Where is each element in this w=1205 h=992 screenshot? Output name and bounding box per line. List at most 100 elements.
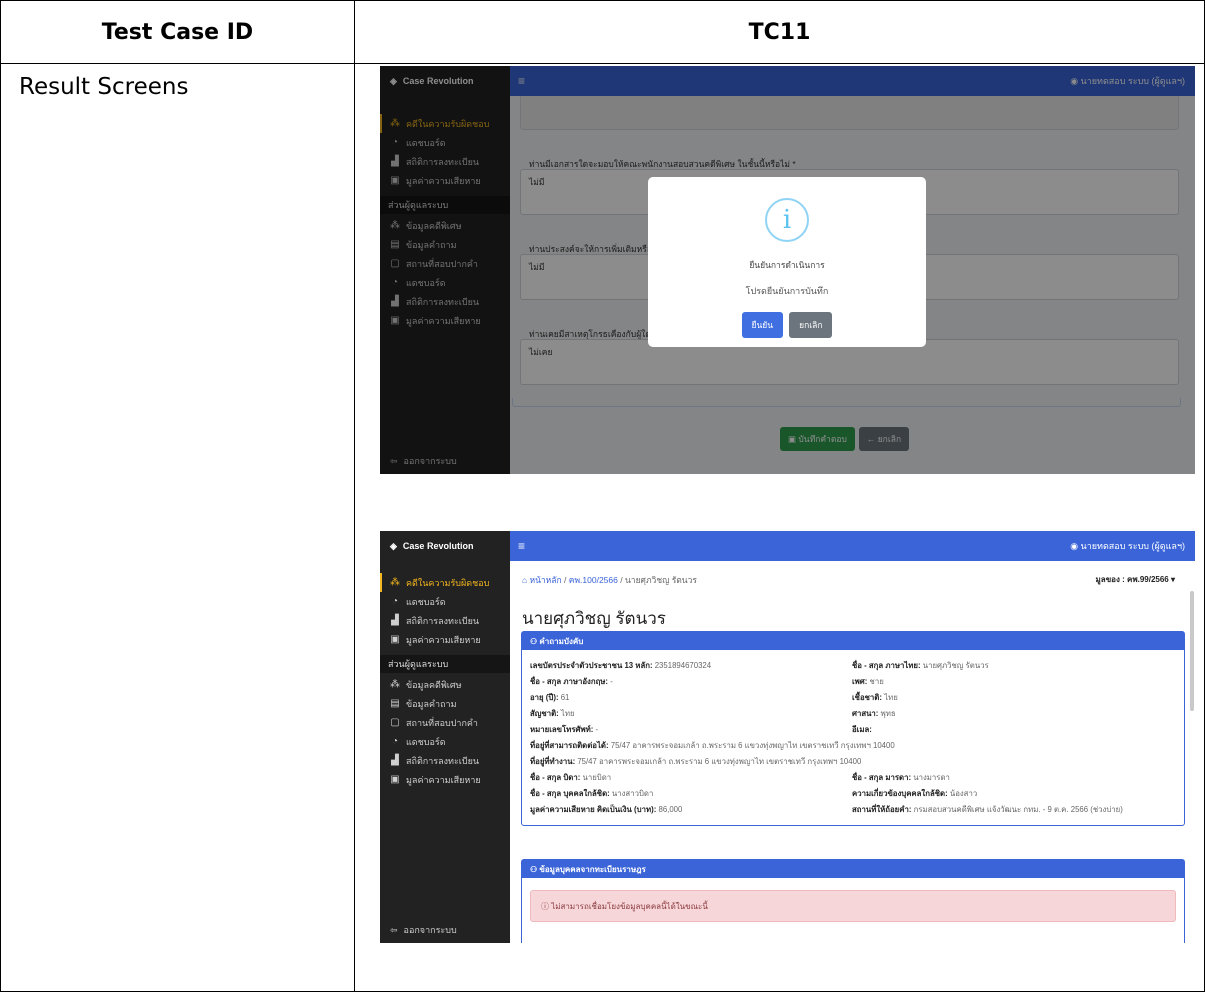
field-label: เลขบัตรประจำตัวประชาชน 13 หลัก: xyxy=(530,661,653,670)
hamburger-icon[interactable]: ≡ xyxy=(518,539,525,553)
field-row: ชื่อ - สกุล ภาษาอังกฤษ: - xyxy=(530,676,613,688)
field-row: อายุ (ปี): 61 xyxy=(530,692,569,704)
sidebar: ◈ Case Revolution ⁂ คดีในความรับผิดชอบ ◔ แด… xyxy=(380,531,510,943)
user-icon: ◉ xyxy=(1070,541,1081,551)
logout-icon: ⇦ xyxy=(390,924,398,935)
field-value: 75/47 อาคารพระจอมเกล้า ถ.พระราม 6 แขวงทุ… xyxy=(610,741,895,750)
field-row: ชื่อ - สกุล บิดา: นายบิดา xyxy=(530,772,611,784)
field-value: 75/47 อาคารพระจอมเกล้า ถ.พระราม 6 แขวงทุ… xyxy=(577,757,862,766)
field-label: สัญชาติ: xyxy=(530,709,559,718)
field-row: สัญชาติ: ไทย xyxy=(530,708,575,720)
chart-icon: ▟ xyxy=(391,755,399,766)
test-case-id-value: TC11 xyxy=(748,19,811,45)
sidebar-item-stats[interactable]: ▟ สถิติการลงทะเบียน xyxy=(380,611,510,630)
chart-icon: ▟ xyxy=(391,615,399,626)
field-row: ชื่อ - สกุล มารดา: นางมารดา xyxy=(852,772,950,784)
field-label: ที่อยู่ที่ทำงาน: xyxy=(530,757,576,766)
field-value: นายศุภวิชญ รัตนวร xyxy=(922,661,989,670)
breadcrumb-case[interactable]: คพ.100/2566 xyxy=(569,575,618,585)
field-row: ที่อยู่ที่สามารถติดต่อได้: 75/47 อาคารพร… xyxy=(530,740,895,752)
sidebar-item-admin-damage[interactable]: ▣ มูลค่าความเสียหาย xyxy=(380,770,510,789)
test-case-id-heading: Test Case ID xyxy=(101,19,254,45)
logout-link[interactable]: ⇦ ออกจากระบบ xyxy=(390,923,457,937)
confirm-button[interactable]: ยืนยัน xyxy=(741,312,784,338)
field-row: ศาสนา: พุทธ xyxy=(852,708,896,720)
required-questions-card: ⚇ คำถามบังคับ เลขบัตรประจำตัวประชาชน 13 … xyxy=(521,631,1185,826)
scrollbar[interactable] xyxy=(1190,591,1194,711)
field-value: นางมารดา xyxy=(913,773,950,782)
field-row: เลขบัตรประจำตัวประชาชน 13 หลัก: 23518946… xyxy=(530,660,711,672)
field-value: นางสาวบิดา xyxy=(611,789,654,798)
card-header: ⚇ ข้อมูลบุคคลจากทะเบียนราษฎร xyxy=(522,860,1184,878)
field-row: เพศ: ชาย xyxy=(852,676,884,688)
dashboard-icon: ◔ xyxy=(391,596,399,607)
sidebar-section-admin: ส่วนผู้ดูแลระบบ xyxy=(380,655,510,673)
user-menu[interactable]: ◉ นายทดสอบ ระบบ (ผู้ดูแลฯ) xyxy=(1070,539,1185,553)
field-row: สถานที่ให้ถ้อยคำ: กรมสอบสวนคดีพิเศษ แจ้ง… xyxy=(852,804,1123,816)
grid-icon: ⁂ xyxy=(390,577,400,588)
user-icon: ⚇ xyxy=(530,864,538,874)
field-value: น้องสาว xyxy=(949,789,978,798)
field-row: ชื่อ - สกุล บุคคลใกล้ชิด: นางสาวบิดา xyxy=(530,788,653,800)
field-value: 61 xyxy=(560,693,570,702)
modal-message: โปรดยืนยันการบันทึก xyxy=(745,286,829,296)
field-label: ศาสนา: xyxy=(852,709,879,718)
field-value: นายบิดา xyxy=(582,773,612,782)
field-label: หมายเลขโทรศัพท์: xyxy=(530,725,594,734)
modal-cancel-button[interactable]: ยกเลิก xyxy=(789,312,833,338)
field-value: 2351894670324 xyxy=(654,661,712,670)
field-label: ที่อยู่ที่สามารถติดต่อได้: xyxy=(530,741,609,750)
field-label: ชื่อ - สกุล ภาษาไทย: xyxy=(852,661,921,670)
sidebar-item-special-cases[interactable]: ⁂ ข้อมูลคดีพิเศษ xyxy=(380,675,510,694)
money-icon: ▣ xyxy=(390,634,400,645)
dashboard-icon: ◔ xyxy=(391,736,399,747)
field-label: ความเกี่ยวข้องบุคคลใกล้ชิด: xyxy=(852,789,948,798)
field-row: มูลค่าความเสียหาย คิดเป็นเงิน (บาท): 86,… xyxy=(530,804,682,816)
field-row: ความเกี่ยวข้องบุคคลใกล้ชิด: น้องสาว xyxy=(852,788,977,800)
field-row: ชื่อ - สกุล ภาษาไทย: นายศุภวิชญ รัตนวร xyxy=(852,660,989,672)
sidebar-item-questions[interactable]: ▤ ข้อมูลคำถาม xyxy=(380,694,510,713)
field-label: ชื่อ - สกุล บิดา: xyxy=(530,773,581,782)
field-label: มูลค่าความเสียหาย คิดเป็นเงิน (บาท): xyxy=(530,805,657,814)
user-icon: ⚇ xyxy=(530,636,538,646)
header-cell-right: TC11 xyxy=(354,0,1205,64)
breadcrumb-home[interactable]: หน้าหลัก xyxy=(530,575,562,585)
breadcrumb: ⌂ หน้าหลัก / คพ.100/2566 / นายศุภวิชญ รั… xyxy=(522,575,697,585)
sidebar-item-damage[interactable]: ▣ มูลค่าความเสียหาย xyxy=(380,630,510,649)
registry-card: ⚇ ข้อมูลบุคคลจากทะเบียนราษฎร ⓘ ไม่สามารถ… xyxy=(521,859,1185,943)
info-icon: i xyxy=(765,198,809,242)
field-value: ไทย xyxy=(884,693,898,702)
screenshot-confirm-dialog: ท่านมีเอกสารใดจะมอบให้คณะพนักงานสอบสวนคด… xyxy=(380,66,1195,474)
field-value: 86,000 xyxy=(658,805,683,814)
field-value: ชาย xyxy=(869,677,884,686)
grid-icon: ⁂ xyxy=(390,679,400,690)
field-row: ที่อยู่ที่ทำงาน: 75/47 อาคารพระจอมเกล้า … xyxy=(530,756,861,768)
field-value: พุทธ xyxy=(880,709,896,718)
error-alert: ⓘ ไม่สามารถเชื่อมโยงข้อมูลบุคคลนี้ได้ในข… xyxy=(530,890,1176,922)
field-label: เชื้อชาติ: xyxy=(852,693,882,702)
sidebar-item-my-cases[interactable]: ⁂ คดีในความรับผิดชอบ xyxy=(380,573,510,592)
field-label: สถานที่ให้ถ้อยคำ: xyxy=(852,805,912,814)
sidebar-item-locations[interactable]: ▢ สถานที่สอบปากคำ xyxy=(380,713,510,732)
layers-icon: ◈ xyxy=(390,540,397,551)
field-label: ชื่อ - สกุล มารดา: xyxy=(852,773,912,782)
sidebar-item-admin-dashboard[interactable]: ◔ แดชบอร์ด xyxy=(380,732,510,751)
sidebar-item-dashboard[interactable]: ◔ แดชบอร์ด xyxy=(380,592,510,611)
top-navbar: ≡ ◉ นายทดสอบ ระบบ (ผู้ดูแลฯ) xyxy=(510,531,1195,561)
field-row: เชื้อชาติ: ไทย xyxy=(852,692,898,704)
building-icon: ▢ xyxy=(390,717,400,728)
field-row: อีเมล: xyxy=(852,724,872,736)
card-header: ⚇ คำถามบังคับ xyxy=(522,632,1184,650)
header-cell-left: Test Case ID xyxy=(0,0,355,64)
case-select[interactable]: มูลของ : คพ.99/2566 ▾ xyxy=(1096,573,1175,586)
money-icon: ▣ xyxy=(390,774,400,785)
sidebar-item-admin-stats[interactable]: ▟ สถิติการลงทะเบียน xyxy=(380,751,510,770)
brand[interactable]: ◈ Case Revolution xyxy=(380,531,510,561)
result-screens-label: Result Screens xyxy=(19,74,189,100)
field-value: - xyxy=(595,725,599,734)
field-label: เพศ: xyxy=(852,677,868,686)
page-title: นายศุภวิชญ รัตนวร xyxy=(522,609,666,628)
field-label: ชื่อ - สกุล ภาษาอังกฤษ: xyxy=(530,677,609,686)
field-value: กรมสอบสวนคดีพิเศษ แจ้งวัฒนะ กทม. - 9 ต.ค… xyxy=(913,805,1123,814)
field-label: ชื่อ - สกุล บุคคลใกล้ชิด: xyxy=(530,789,610,798)
